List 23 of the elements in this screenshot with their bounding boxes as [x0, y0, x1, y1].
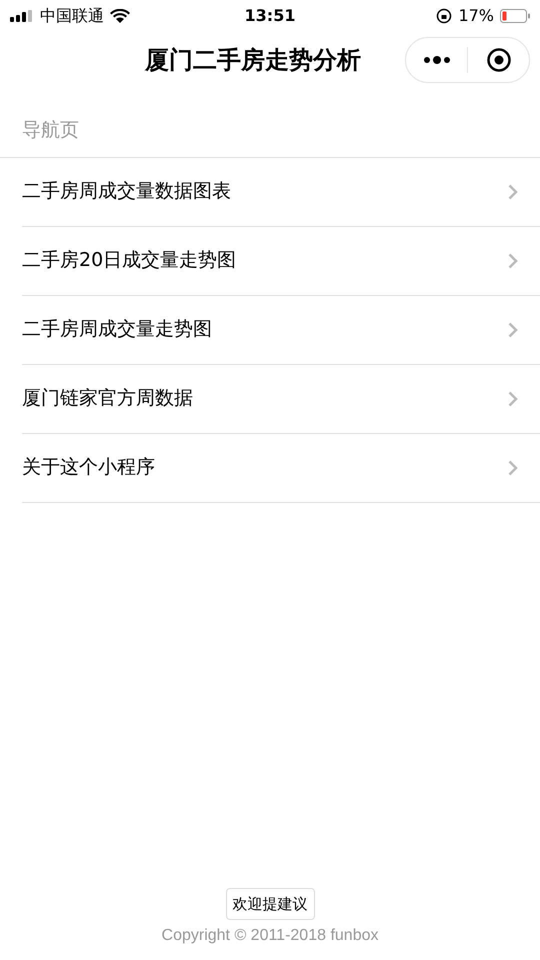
chevron-right-icon: [508, 460, 518, 476]
battery-percent: 17%: [458, 5, 494, 27]
chevron-right-icon: [508, 184, 518, 200]
section-title: 导航页: [22, 119, 79, 141]
nav-list-item[interactable]: 厦门链家官方周数据: [22, 364, 540, 434]
nav-list-item[interactable]: 二手房周成交量走势图: [22, 296, 540, 364]
carrier-name: 中国联通: [40, 5, 104, 27]
target-icon: [486, 48, 510, 72]
battery-icon: [500, 9, 530, 23]
feedback-button[interactable]: 欢迎提建议: [226, 888, 314, 920]
rotation-lock-icon: [436, 8, 452, 24]
copyright-text: Copyright © 2011-2018 funbox: [162, 926, 378, 946]
chevron-right-icon: [508, 322, 518, 338]
nav-list-item[interactable]: 二手房20日成交量走势图: [22, 226, 540, 296]
nav-list-item[interactable]: 二手房周成交量数据图表: [22, 158, 540, 226]
chevron-right-icon: [508, 252, 518, 268]
page-title: 厦门二手房走势分析: [145, 45, 361, 76]
nav-list-item[interactable]: 关于这个小程序: [22, 434, 540, 502]
signal-icon: [10, 10, 34, 22]
more-icon: [422, 56, 450, 64]
chevron-right-icon: [508, 390, 518, 406]
clock: 13:51: [244, 5, 296, 27]
wifi-icon: [110, 9, 130, 23]
